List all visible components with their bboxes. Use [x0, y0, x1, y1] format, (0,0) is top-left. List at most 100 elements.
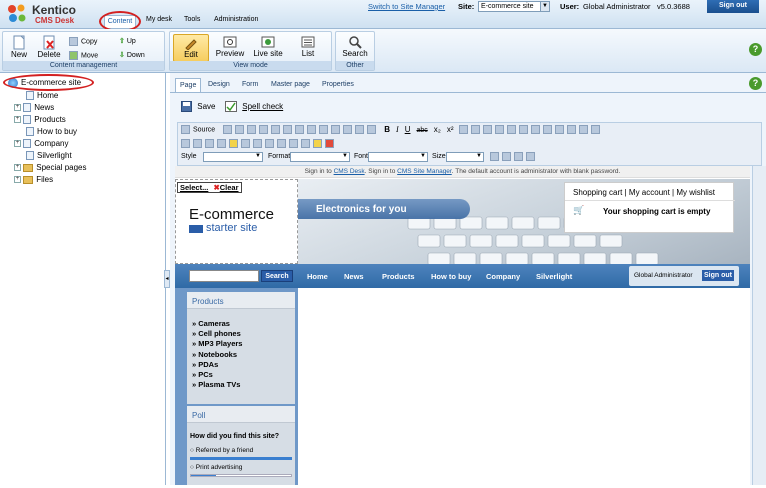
tree-item-company[interactable]: + Company [14, 139, 68, 149]
category-link[interactable]: » Cell phones [192, 329, 242, 339]
tab-master-page[interactable]: Master page [267, 78, 314, 92]
tree-item-files[interactable]: + Files [14, 175, 53, 184]
maximize-icon[interactable] [514, 152, 523, 162]
live-site-button[interactable]: Live site [249, 36, 287, 58]
image-icon[interactable] [181, 139, 190, 149]
list-button[interactable]: List [292, 36, 324, 58]
horizontal-rule-icon[interactable] [217, 139, 226, 149]
align-right-icon[interactable] [542, 125, 552, 135]
up-button[interactable]: ⇧ Up [119, 37, 136, 45]
tab-tools[interactable]: Tools [184, 16, 200, 23]
category-link[interactable]: » MP3 Players [192, 339, 242, 349]
site-search-button[interactable]: Search [261, 270, 293, 282]
paste-word-icon[interactable] [283, 125, 292, 135]
inline-control-icon[interactable] [289, 139, 298, 149]
tab-properties[interactable]: Properties [318, 78, 358, 92]
expand-icon[interactable]: + [14, 104, 21, 112]
category-link[interactable]: » PDAs [192, 360, 242, 370]
poll-option-1[interactable]: ○ Referred by a friend [190, 447, 253, 454]
cms-desk-link[interactable]: CMS Desk [334, 168, 365, 175]
category-link[interactable]: » Cameras [192, 319, 242, 329]
print-icon[interactable] [295, 125, 304, 135]
superscript-icon[interactable]: x² [447, 125, 454, 134]
expand-icon[interactable]: + [14, 176, 21, 184]
nav-company[interactable]: Company [486, 272, 520, 281]
copy-button[interactable]: Copy [69, 37, 97, 46]
tree-item-silverlight[interactable]: Silverlight [26, 151, 72, 161]
special-char-icon[interactable] [241, 139, 250, 149]
save-button[interactable]: Save [181, 101, 215, 112]
select-clear-control[interactable]: Select... ✖Clear [177, 182, 242, 193]
page-break-icon[interactable] [253, 139, 262, 149]
numbered-list-icon[interactable] [458, 125, 468, 135]
nav-sign-out-button[interactable]: Sign out [702, 270, 734, 281]
tree-item-home[interactable]: Home [26, 91, 58, 101]
star-icon[interactable] [313, 139, 322, 149]
select-all-icon[interactable] [355, 125, 364, 135]
background-color-icon[interactable] [502, 152, 511, 162]
justify-icon[interactable] [554, 125, 564, 135]
bullet-list-icon[interactable] [470, 125, 480, 135]
bold-icon[interactable]: B [384, 125, 390, 134]
copy-icon[interactable] [247, 125, 256, 135]
expand-icon[interactable]: + [14, 164, 21, 172]
tab-administration[interactable]: Administration [214, 16, 258, 23]
category-link[interactable]: » PCs [192, 370, 242, 380]
undo-icon[interactable] [307, 125, 316, 135]
cut-icon[interactable] [235, 125, 244, 135]
switch-to-site-manager-link[interactable]: Switch to Site Manager [368, 2, 445, 11]
tab-design[interactable]: Design [204, 78, 234, 92]
select-button[interactable]: Select... [180, 183, 208, 192]
cms-site-manager-link[interactable]: CMS Site Manager [397, 168, 452, 175]
redo-icon[interactable] [319, 125, 328, 135]
poll-option-2[interactable]: ○ Print advertising [190, 464, 242, 471]
paste-text-icon[interactable] [271, 125, 280, 135]
help-icon[interactable]: ? [749, 77, 762, 90]
nav-home[interactable]: Home [307, 272, 328, 281]
replace-icon[interactable] [343, 125, 352, 135]
edit-button[interactable]: Edit [173, 34, 209, 62]
spell-check-button[interactable]: Spell check [225, 101, 283, 112]
font-select[interactable]: ▼ [368, 152, 428, 162]
outdent-icon[interactable] [482, 125, 492, 135]
help-icon[interactable]: ? [749, 43, 762, 56]
vertical-scrollbar[interactable] [752, 166, 766, 485]
tree-item-special-pages[interactable]: + Special pages [14, 163, 87, 172]
align-left-icon[interactable] [518, 125, 528, 135]
nav-silverlight[interactable]: Silverlight [536, 272, 572, 281]
new-button[interactable]: New [6, 35, 32, 59]
italic-icon[interactable]: I [396, 125, 399, 134]
link-icon[interactable] [566, 125, 576, 135]
format-select[interactable]: ▼ [290, 152, 350, 162]
expand-icon[interactable]: + [14, 140, 21, 148]
subscript-icon[interactable]: x₂ [434, 125, 441, 134]
source-button[interactable]: Source [181, 125, 215, 134]
show-blocks-icon[interactable] [526, 152, 535, 162]
move-button[interactable]: Move [69, 51, 98, 60]
nav-how-to-buy[interactable]: How to buy [431, 272, 471, 281]
indent-icon[interactable] [494, 125, 504, 135]
shopping-cart-link[interactable]: Shopping cart [573, 188, 622, 197]
size-select[interactable]: ▼ [446, 152, 484, 162]
preview-button[interactable]: Preview [213, 36, 247, 58]
tree-item-how-to-buy[interactable]: How to buy [26, 127, 77, 137]
category-link[interactable]: » Plasma TVs [192, 380, 242, 390]
underline-icon[interactable]: U [405, 125, 411, 134]
search-button[interactable]: Search [338, 36, 372, 58]
tree-item-news[interactable]: + News [14, 103, 54, 113]
tab-form[interactable]: Form [238, 78, 262, 92]
paste-icon[interactable] [259, 125, 268, 135]
tab-my-desk[interactable]: My desk [146, 16, 172, 23]
site-search-input[interactable] [189, 270, 259, 282]
preview-doc-icon[interactable] [223, 125, 232, 135]
category-link[interactable]: » Notebooks [192, 350, 242, 360]
media-icon[interactable] [301, 139, 310, 149]
find-icon[interactable] [331, 125, 340, 135]
smiley-icon[interactable] [229, 139, 238, 149]
sign-out-button[interactable]: Sign out [707, 0, 759, 13]
tree-item-products[interactable]: + Products [14, 115, 66, 125]
tab-page[interactable]: Page [175, 78, 202, 92]
flash-icon[interactable] [193, 139, 202, 149]
expand-icon[interactable]: + [14, 116, 21, 124]
delete-button[interactable]: Delete [35, 35, 63, 59]
